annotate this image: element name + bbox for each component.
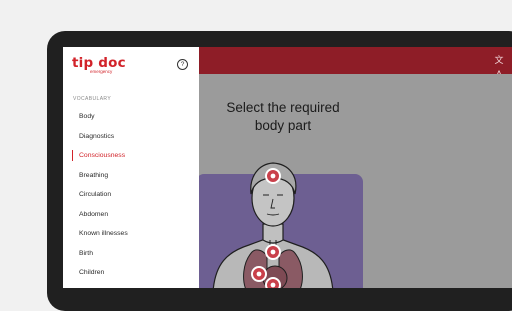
- menu-item-children[interactable]: Children: [63, 263, 199, 283]
- app-logo-subtitle: emergency: [90, 69, 113, 74]
- menu-item-known-illnesses[interactable]: Known illnesses: [63, 224, 199, 244]
- vocabulary-menu: Body Diagnostics Consciousness Breathing…: [63, 107, 199, 283]
- body-figure[interactable]: [193, 152, 353, 288]
- navigation-drawer: tip doc emergency ? VOCABULARY Body Diag…: [63, 47, 199, 288]
- section-label-vocabulary: VOCABULARY: [73, 96, 112, 102]
- menu-item-birth[interactable]: Birth: [63, 244, 199, 264]
- menu-item-circulation[interactable]: Circulation: [63, 185, 199, 205]
- translate-icon[interactable]: 文A: [492, 53, 506, 79]
- menu-item-diagnostics[interactable]: Diagnostics: [63, 127, 199, 147]
- neck: [262, 223, 284, 244]
- menu-item-consciousness[interactable]: Consciousness: [63, 146, 199, 166]
- menu-item-body[interactable]: Body: [63, 107, 199, 127]
- menu-item-abdomen[interactable]: Abdomen: [63, 205, 199, 225]
- help-icon[interactable]: ?: [177, 59, 188, 70]
- menu-item-breathing[interactable]: Breathing: [63, 166, 199, 186]
- app-screen: 文A Select the required body part: [63, 47, 512, 288]
- page-title: Select the required body part: [226, 100, 340, 133]
